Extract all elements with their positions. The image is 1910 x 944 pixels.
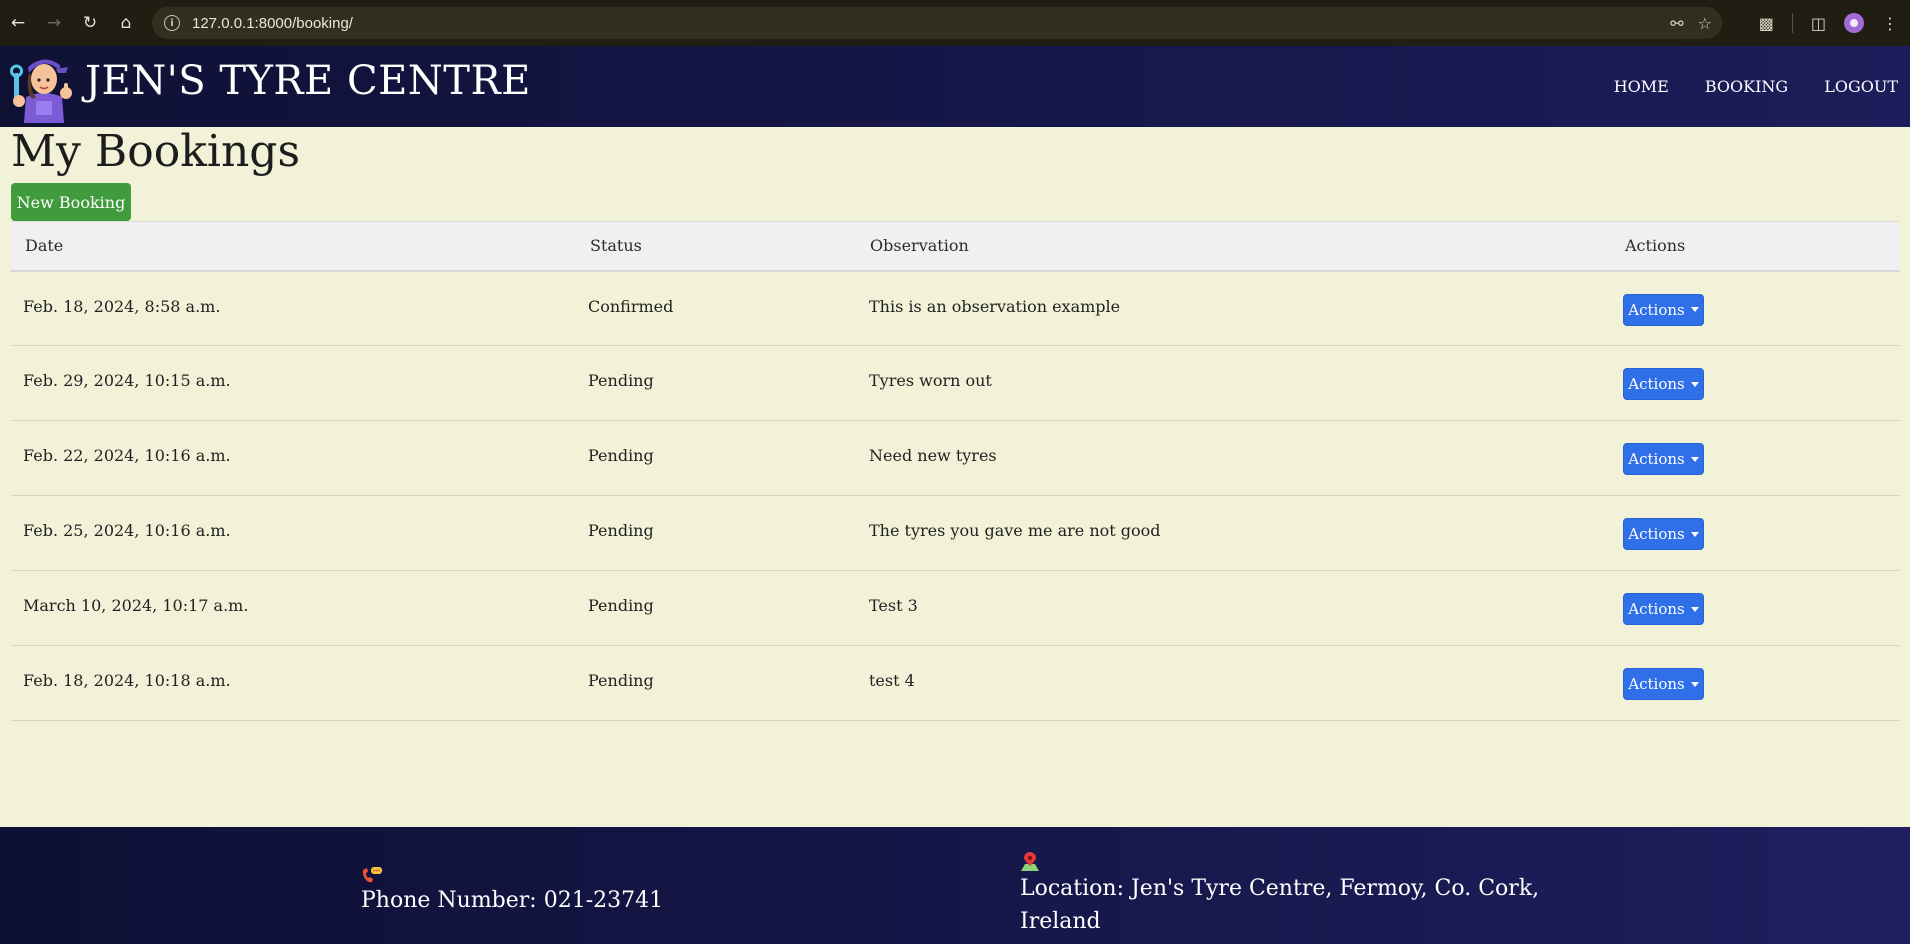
actions-label: Actions [1628, 525, 1685, 543]
cell-actions: Actions [1617, 496, 1900, 571]
caret-down-icon [1690, 381, 1699, 387]
top-nav: HOME BOOKING LOGOUT [1614, 46, 1898, 127]
cell-status: Pending [588, 521, 654, 540]
cell-actions: Actions [1617, 646, 1900, 721]
url-text[interactable]: 127.0.0.1:8000/booking/ [192, 15, 353, 32]
caret-down-icon [1690, 307, 1699, 312]
browser-toolbar: ← → ↻ ⌂ i 127.0.0.1:8000/booking/ ⚯ ☆ ▩ … [0, 0, 1910, 46]
extensions-icon[interactable]: ▩ [1759, 14, 1774, 33]
table-row: Feb. 18, 2024, 10:18 a.m. Pending test 4… [11, 646, 1900, 721]
cell-date: Feb. 25, 2024, 10:16 a.m. [23, 521, 231, 540]
table-row: Feb. 29, 2024, 10:15 a.m. Pending Tyres … [11, 346, 1900, 421]
menu-icon[interactable]: ⋮ [1882, 14, 1898, 33]
cell-date: Feb. 29, 2024, 10:15 a.m. [23, 371, 231, 390]
cell-status: Pending [588, 671, 654, 690]
page-title: My Bookings [11, 126, 301, 177]
actions-label: Actions [1628, 600, 1685, 618]
cell-date: Feb. 18, 2024, 10:18 a.m. [23, 671, 231, 690]
cell-observation: This is an observation example [869, 296, 1121, 316]
site-header: JEN'S TYRE CENTRE HOME BOOKING LOGOUT [0, 46, 1910, 127]
cell-status: Confirmed [588, 296, 674, 316]
cell-actions: Actions [1617, 346, 1900, 421]
mechanic-logo[interactable] [10, 51, 72, 123]
table-row: March 10, 2024, 10:17 a.m. Pending Test … [11, 571, 1900, 646]
bookings-table: Date Status Observation Actions Feb. 18,… [11, 221, 1900, 721]
cell-actions: Actions [1617, 571, 1900, 646]
site-footer: Phone Number: 021-23741 Location: Jen's … [0, 827, 1910, 944]
cell-observation: test 4 [869, 671, 915, 690]
reload-icon[interactable]: ↻ [72, 0, 108, 46]
new-booking-button[interactable]: New Booking [11, 183, 131, 221]
nav-booking[interactable]: BOOKING [1705, 77, 1788, 96]
caret-down-icon [1690, 456, 1699, 462]
cell-date: Feb. 22, 2024, 10:16 a.m. [23, 446, 231, 465]
table-row: Feb. 25, 2024, 10:16 a.m. Pending The ty… [11, 496, 1900, 571]
actions-label: Actions [1628, 375, 1685, 393]
cell-status: Pending [588, 371, 654, 390]
cell-observation: Test 3 [869, 596, 918, 615]
column-header-observation: Observation [870, 236, 969, 256]
actions-dropdown-button[interactable]: Actions [1623, 668, 1704, 700]
actions-dropdown-button[interactable]: Actions [1623, 518, 1704, 550]
cell-date: Feb. 18, 2024, 8:58 a.m. [23, 296, 221, 316]
cell-observation: Need new tyres [869, 446, 997, 465]
caret-down-icon [1690, 606, 1699, 612]
cell-status: Pending [588, 596, 654, 615]
cell-actions: Actions [1617, 421, 1900, 496]
toolbar-divider [1791, 13, 1793, 33]
caret-down-icon [1690, 531, 1699, 537]
phone-number: Phone Number: 021-23741 [361, 888, 664, 913]
map-pin-icon [1021, 852, 1039, 871]
column-header-status: Status [590, 236, 642, 256]
actions-label: Actions [1628, 300, 1685, 319]
caret-down-icon [1690, 681, 1699, 687]
table-row: Feb. 18, 2024, 8:58 a.m. Confirmed This … [11, 271, 1900, 346]
actions-dropdown-button[interactable]: Actions [1623, 293, 1704, 326]
footer-location: Location: Jen's Tyre Centre, Fermoy, Co.… [1020, 852, 1540, 938]
cell-observation: The tyres you gave me are not good [869, 521, 1161, 540]
table-header-row: Date Status Observation Actions [11, 221, 1900, 271]
cell-status: Pending [588, 446, 654, 465]
actions-dropdown-button[interactable]: Actions [1623, 593, 1704, 625]
actions-label: Actions [1628, 450, 1685, 468]
nav-logout[interactable]: LOGOUT [1824, 77, 1898, 96]
brand-title[interactable]: JEN'S TYRE CENTRE [85, 58, 531, 104]
cell-observation: Tyres worn out [869, 371, 992, 390]
profile-avatar[interactable] [1844, 13, 1864, 33]
table-row: Feb. 22, 2024, 10:16 a.m. Pending Need n… [11, 421, 1900, 496]
cell-actions: Actions [1617, 271, 1900, 346]
actions-label: Actions [1628, 675, 1685, 693]
key-icon[interactable]: ⚯ [1670, 14, 1683, 33]
address-bar[interactable]: i 127.0.0.1:8000/booking/ ⚯ ☆ [152, 7, 1722, 39]
column-header-actions: Actions [1625, 236, 1686, 256]
phone-icon [362, 867, 382, 883]
column-header-date: Date [25, 236, 64, 256]
side-panel-icon[interactable]: ◫ [1811, 14, 1826, 33]
footer-phone: Phone Number: 021-23741 [361, 866, 663, 917]
nav-home[interactable]: HOME [1614, 77, 1669, 96]
actions-dropdown-button[interactable]: Actions [1623, 368, 1704, 400]
actions-dropdown-button[interactable]: Actions [1623, 443, 1704, 475]
home-icon[interactable]: ⌂ [108, 0, 144, 46]
back-icon[interactable]: ← [0, 0, 36, 46]
location-text: Location: Jen's Tyre Centre, Fermoy, Co.… [1020, 876, 1540, 934]
cell-date: March 10, 2024, 10:17 a.m. [23, 596, 249, 615]
star-icon[interactable]: ☆ [1698, 14, 1712, 33]
forward-icon[interactable]: → [36, 0, 72, 46]
site-info-icon[interactable]: i [164, 15, 180, 31]
